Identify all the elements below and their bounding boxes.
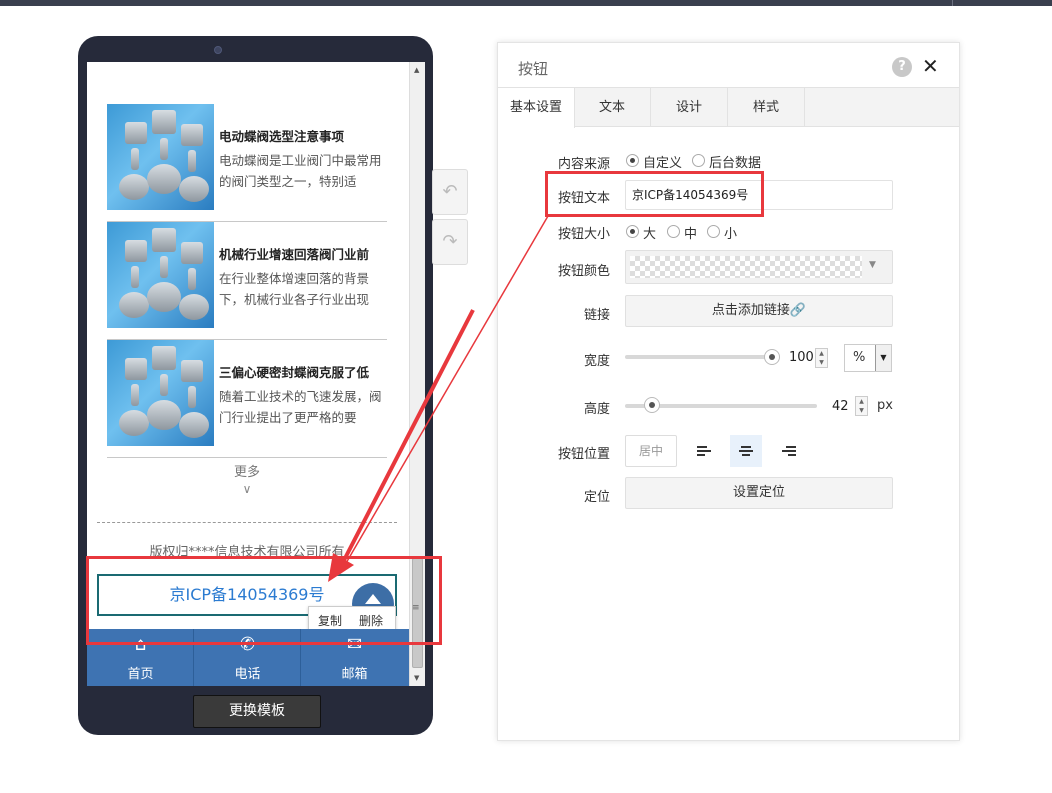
annotation-arrow xyxy=(328,215,549,582)
annotation-thick-line xyxy=(338,309,475,569)
annotation-thin-line xyxy=(341,215,549,571)
